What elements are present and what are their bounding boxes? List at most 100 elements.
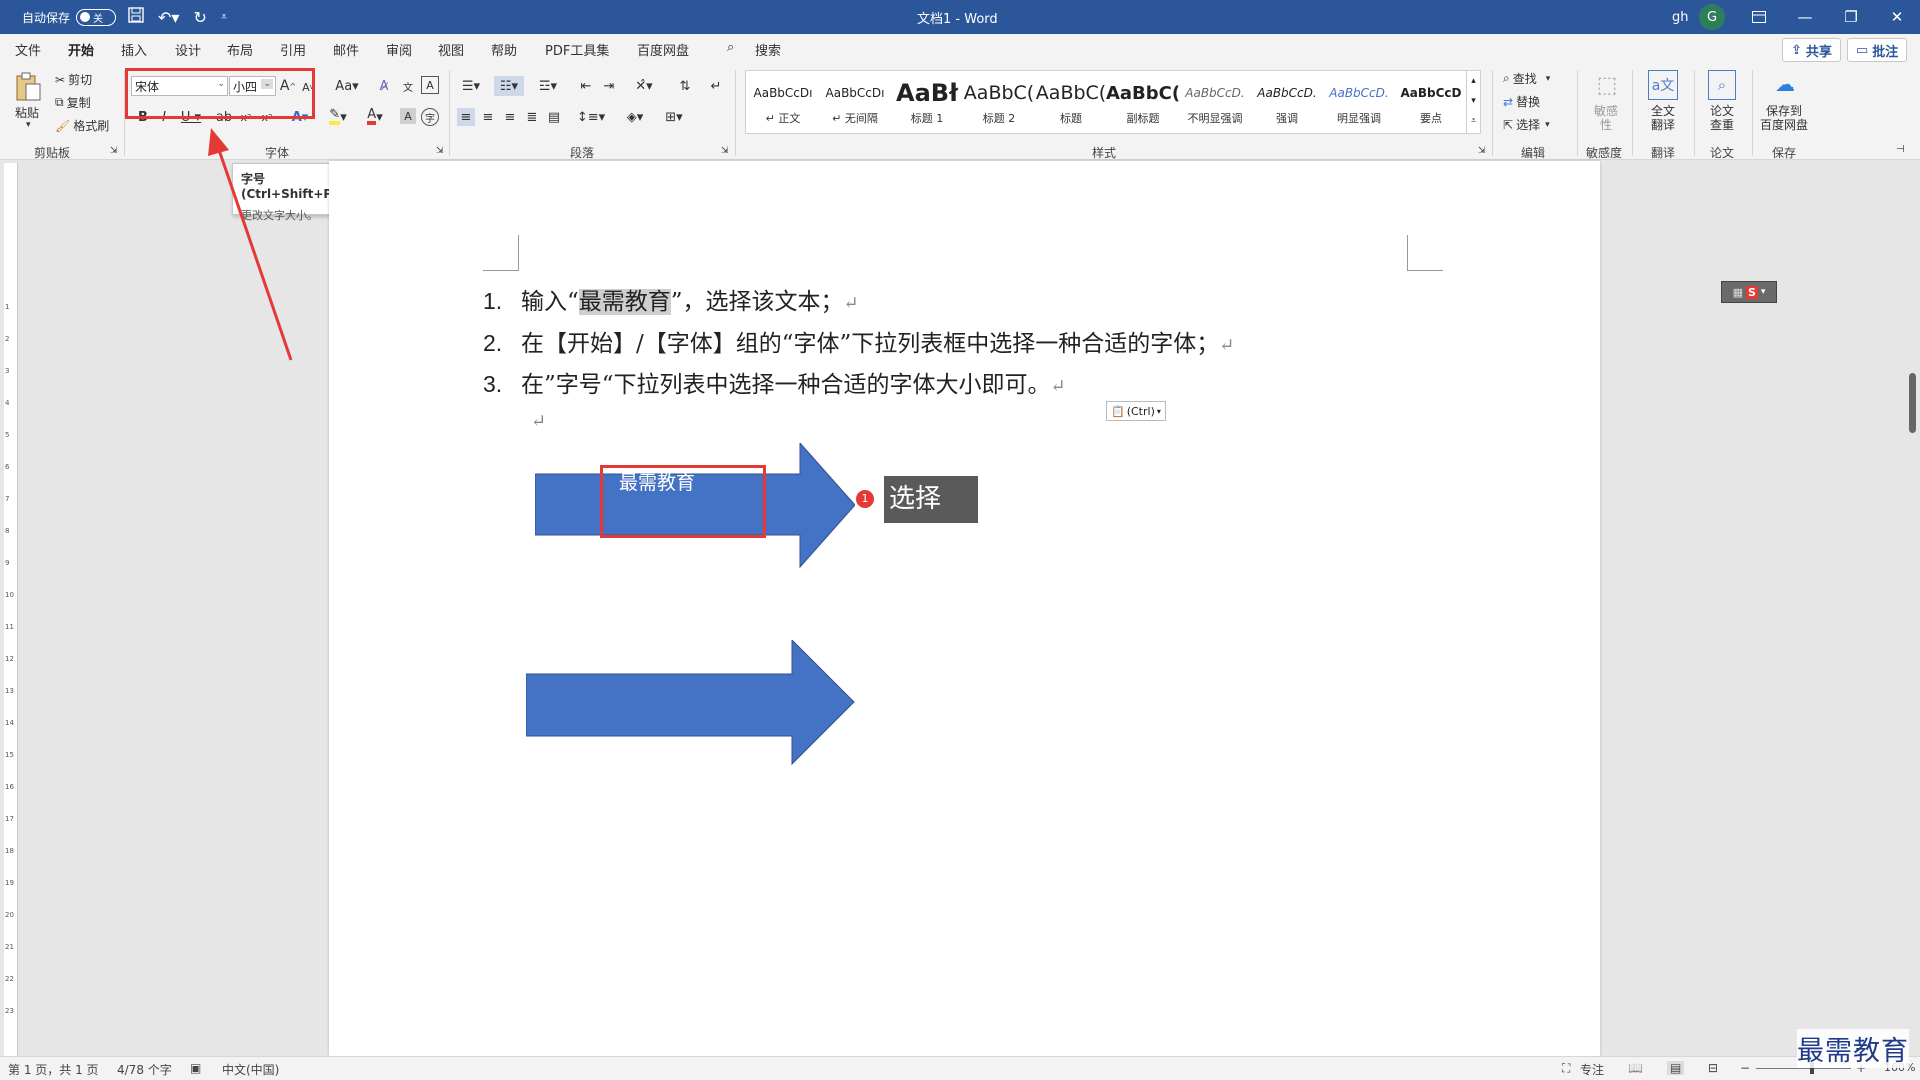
line-spacing-icon[interactable]: ↕≡▾ [576, 108, 606, 126]
style-no-spacing[interactable]: AaBbCcDı ↵ 无间隔 [820, 71, 890, 133]
sensitivity-icon[interactable]: ⬚ [1592, 70, 1622, 100]
cut-button[interactable]: ✂ 剪切 [55, 71, 92, 88]
zoom-slider[interactable] [1756, 1068, 1851, 1069]
avatar[interactable]: G [1699, 4, 1725, 30]
sensitivity-button[interactable]: 敏感 性 [1594, 104, 1618, 132]
justify-icon[interactable]: ≣ [523, 108, 541, 126]
focus-label[interactable]: 专注 [1580, 1061, 1604, 1078]
paste-options-button[interactable]: 📋 (Ctrl) ▾ [1106, 401, 1166, 421]
share-button[interactable]: ⇪ 共享 [1782, 38, 1841, 62]
list-item[interactable]: 1. 输入“最需教育”，选择该文本；↵ [483, 282, 859, 316]
tab-review[interactable]: 审阅 [386, 40, 412, 59]
search-icon[interactable]: ⌕ [727, 40, 734, 55]
tab-mailings[interactable]: 邮件 [333, 40, 359, 59]
chinese-layout-icon[interactable]: ✕̂▾ [630, 76, 658, 96]
tab-references[interactable]: 引用 [280, 40, 306, 59]
style-emphasis[interactable]: AaBbCcD. 强调 [1252, 71, 1322, 133]
undo-icon[interactable]: ↶▾ [158, 8, 179, 27]
tab-file[interactable]: 文件 [15, 40, 41, 59]
decrease-indent-icon[interactable]: ⇤ [577, 76, 595, 96]
styles-launcher-icon[interactable]: ⇲ [1478, 146, 1486, 156]
tab-layout[interactable]: 布局 [227, 40, 253, 59]
tab-insert[interactable]: 插入 [121, 40, 147, 59]
select-button[interactable]: ⇱ 选择 ▾ [1503, 116, 1550, 133]
style-strong[interactable]: AaBbCcD 要点 [1396, 71, 1466, 133]
styles-scroll[interactable]: ▴ ▾ ⩡ [1466, 71, 1480, 133]
search-label[interactable]: 搜索 [755, 40, 781, 59]
style-subtle-emphasis[interactable]: AaBbCcD. 不明显强调 [1180, 71, 1250, 133]
borders-icon[interactable]: ⊞▾ [658, 108, 690, 126]
user-name[interactable]: gh [1672, 0, 1689, 34]
tab-help[interactable]: 帮助 [491, 40, 517, 59]
font-launcher-icon[interactable]: ⇲ [436, 146, 444, 156]
align-center-icon[interactable]: ≡ [479, 108, 497, 126]
proofing-icon[interactable]: ▣ [190, 1061, 201, 1075]
paste-icon[interactable] [12, 72, 44, 102]
style-normal[interactable]: AaBbCcDı ↵ 正文 [748, 71, 818, 133]
paste-button[interactable]: 粘贴 [15, 104, 39, 121]
format-painter-button[interactable]: 🖌 格式刷 [55, 117, 109, 134]
full-translate-button[interactable]: 全文 翻译 [1651, 104, 1675, 132]
print-layout-icon[interactable]: ▤ [1667, 1061, 1685, 1075]
align-left-icon[interactable]: ≡ [457, 108, 475, 126]
read-mode-icon[interactable]: 📖 [1628, 1061, 1643, 1075]
arrow-shape[interactable] [526, 640, 856, 766]
close-button[interactable]: ✕ [1874, 0, 1920, 34]
distributed-icon[interactable]: ▤ [545, 108, 563, 126]
paste-dropdown-icon[interactable]: ▾ [26, 120, 31, 130]
paper-check-icon[interactable]: ⌕ [1708, 70, 1736, 100]
ribbon-display-icon[interactable] [1736, 0, 1782, 34]
highlight-color-icon[interactable]: ✎ ▾ [323, 108, 353, 126]
character-border-icon[interactable]: A [421, 76, 439, 94]
multilevel-list-icon[interactable]: ☲▾ [533, 76, 563, 96]
web-layout-icon[interactable]: ⊟ [1708, 1061, 1718, 1075]
customize-toolbar-icon[interactable]: ⩡ [221, 10, 227, 24]
input-method-widget[interactable]: ▦ S ▾ [1721, 281, 1777, 303]
empty-paragraph[interactable]: ↵ [531, 407, 546, 433]
show-marks-icon[interactable]: ↵ [706, 76, 726, 96]
restore-button[interactable]: ❐ [1828, 0, 1874, 34]
tab-home[interactable]: 开始 [65, 40, 97, 67]
style-heading-1[interactable]: AaBł 标题 1 [892, 71, 962, 133]
clear-formatting-icon[interactable]: A̷ [374, 76, 394, 96]
clipboard-launcher-icon[interactable]: ⇲ [110, 146, 118, 156]
page-info[interactable]: 第 1 页，共 1 页 [8, 1061, 99, 1078]
increase-indent-icon[interactable]: ⇥ [600, 76, 618, 96]
tab-baidu-netdisk[interactable]: 百度网盘 [637, 40, 689, 59]
change-case-icon[interactable]: Aa▾ [333, 76, 361, 96]
save-to-netdisk-button[interactable]: 保存到 百度网盘 [1760, 104, 1808, 132]
style-heading-2[interactable]: AaBbC(标题 2 [964, 71, 1034, 133]
focus-icon[interactable]: ⛶ [1562, 1061, 1570, 1076]
save-icon[interactable] [128, 7, 144, 27]
zoom-out-icon[interactable]: − [1740, 1061, 1750, 1075]
replace-button[interactable]: ⇄ 替换 [1503, 93, 1540, 110]
redo-icon[interactable]: ↻ [193, 8, 206, 27]
vertical-scrollbar[interactable] [1909, 373, 1916, 433]
list-item[interactable]: 2. 在【开始】/【字体】组的“字体”下拉列表框中选择一种合适的字体；↵ [483, 324, 1234, 358]
style-intense-emphasis[interactable]: AaBbCcD. 明显强调 [1324, 71, 1394, 133]
minimize-button[interactable]: — [1782, 0, 1828, 34]
enclose-characters-icon[interactable]: 字 [421, 108, 439, 126]
baidu-netdisk-icon[interactable]: ☁ [1770, 70, 1800, 98]
copy-button[interactable]: ⧉ 复制 [55, 94, 91, 111]
paragraph-launcher-icon[interactable]: ⇲ [721, 146, 729, 156]
tab-pdf-tools[interactable]: PDF工具集 [545, 40, 609, 59]
word-count[interactable]: 4/78 个字 [117, 1061, 172, 1078]
bullets-icon[interactable]: ☰▾ [457, 76, 485, 96]
autosave[interactable]: 自动保存 关 [22, 0, 117, 34]
numbering-icon[interactable]: ☷▾ [494, 76, 524, 96]
list-item[interactable]: 3. 在”字号“下拉列表中选择一种合适的字体大小即可。↵ [483, 365, 1066, 399]
translate-icon[interactable]: a文 [1648, 70, 1678, 100]
character-shading-icon[interactable]: A [400, 108, 416, 124]
style-subtitle[interactable]: AaBbC(副标题 [1106, 71, 1180, 133]
collapse-ribbon-icon[interactable]: ⊣ [1896, 144, 1905, 155]
document-page[interactable]: 1. 输入“最需教育”，选择该文本；↵ 2. 在【开始】/【字体】组的“字体”下拉列… [329, 161, 1600, 1056]
autosave-toggle[interactable]: 关 [76, 8, 117, 26]
comments-button[interactable]: ▭ 批注 [1847, 38, 1908, 62]
tab-view[interactable]: 视图 [438, 40, 464, 59]
font-color-icon[interactable]: A ▾ [360, 108, 390, 126]
sort-icon[interactable]: ⇅ [675, 76, 695, 96]
language[interactable]: 中文(中国) [222, 1061, 279, 1078]
style-title[interactable]: AaBbC(标题 [1036, 71, 1106, 133]
tab-design[interactable]: 设计 [175, 40, 201, 59]
